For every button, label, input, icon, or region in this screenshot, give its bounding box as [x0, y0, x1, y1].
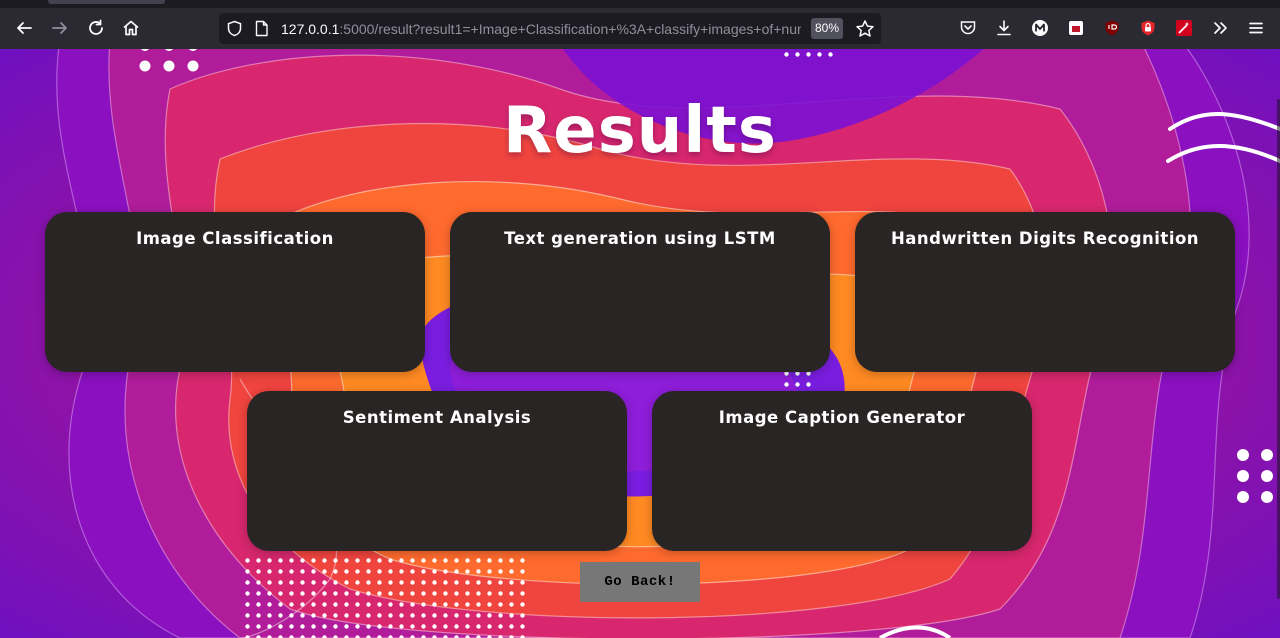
card-result — [875, 262, 1215, 356]
card-sentiment-analysis: Sentiment Analysis — [247, 391, 627, 551]
overflow-icon — [1214, 22, 1227, 34]
card-result — [470, 262, 810, 356]
url-text[interactable]: 127.0.0.1:5000/result?result1=+Image+Cla… — [281, 19, 801, 39]
forward-icon — [52, 22, 67, 34]
ublock-button[interactable] — [1098, 14, 1126, 42]
home-button[interactable] — [117, 14, 145, 42]
active-tab[interactable] — [48, 0, 165, 4]
card-handwritten-digits: Handwritten Digits Recognition — [855, 212, 1235, 372]
card-title: Sentiment Analysis — [342, 408, 532, 427]
card-title: Text generation using LSTM — [504, 229, 776, 248]
overflow-button[interactable] — [1206, 14, 1234, 42]
pocket-button[interactable] — [954, 14, 982, 42]
back-button[interactable] — [10, 14, 38, 42]
url-host: 127.0.0.1 — [281, 21, 340, 37]
tab-strip — [0, 0, 1280, 8]
app-menu-button[interactable] — [1242, 14, 1270, 42]
account-m-icon — [1032, 20, 1048, 36]
magic-wand-icon — [1176, 20, 1192, 36]
card-result — [672, 441, 1012, 535]
browser-toolbar: 127.0.0.1:5000/result?result1=+Image+Cla… — [0, 8, 1280, 49]
card-image-caption: Image Caption Generator — [652, 391, 1032, 551]
zoom-level-badge[interactable]: 80% — [811, 18, 843, 39]
card-result — [65, 262, 405, 356]
account-button[interactable] — [1026, 14, 1054, 42]
card-title: Image Classification — [136, 229, 334, 248]
addon-button[interactable] — [1062, 14, 1090, 42]
card-result — [267, 441, 607, 535]
address-bar[interactable]: 127.0.0.1:5000/result?result1=+Image+Cla… — [219, 13, 881, 44]
star-icon[interactable] — [855, 19, 875, 39]
page-title: Results — [503, 94, 777, 168]
pocket-icon — [960, 21, 976, 35]
back-icon — [17, 22, 32, 34]
card-title: Handwritten Digits Recognition — [890, 229, 1200, 248]
card-title: Image Caption Generator — [718, 408, 966, 427]
lock-addon-icon — [1141, 20, 1155, 36]
shield-icon[interactable] — [226, 20, 243, 37]
magic-wand-button[interactable] — [1170, 14, 1198, 42]
card-text-generation: Text generation using LSTM — [450, 212, 830, 372]
ublock-icon — [1105, 20, 1119, 36]
lock-addon-button[interactable] — [1134, 14, 1162, 42]
download-icon — [997, 20, 1011, 36]
forward-button[interactable] — [46, 14, 74, 42]
page-viewport: Results Image Classification Text genera… — [0, 49, 1280, 638]
card-image-classification: Image Classification — [45, 212, 425, 372]
reload-button[interactable] — [82, 14, 110, 42]
menu-icon — [1249, 22, 1263, 34]
home-icon — [123, 20, 139, 36]
reload-icon — [89, 19, 103, 35]
go-back-button[interactable]: Go Back! — [580, 562, 700, 602]
url-path: :5000/result?result1=+Image+Classificati… — [339, 21, 801, 37]
addon-icon — [1069, 21, 1083, 35]
page-icon[interactable] — [253, 20, 270, 37]
downloads-button[interactable] — [990, 14, 1018, 42]
